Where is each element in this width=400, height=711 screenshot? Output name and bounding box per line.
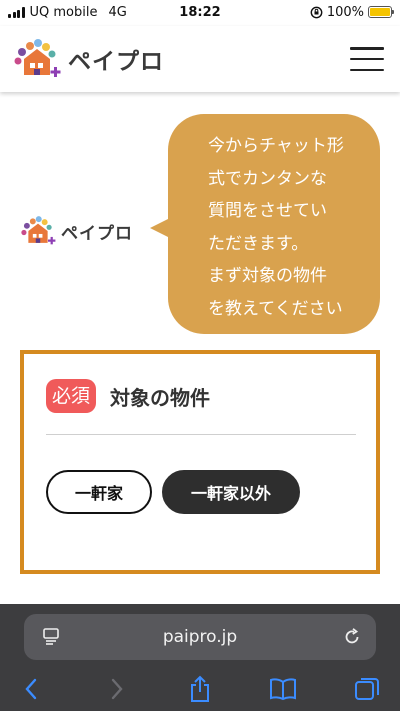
question-header: 必須 対象の物件 <box>46 379 210 413</box>
status-right: 100% <box>310 4 394 20</box>
site-header: ペイプロ <box>0 26 400 92</box>
question-card: 必須 対象の物件 一軒家 一軒家以外 <box>20 350 380 574</box>
divider <box>46 434 356 435</box>
network-label: 4G <box>108 4 127 20</box>
share-icon <box>191 675 209 702</box>
address-bar[interactable]: paipro.jp <box>24 614 376 660</box>
hamburger-menu-icon[interactable] <box>350 47 384 71</box>
url-text: paipro.jp <box>162 627 238 647</box>
speech-bubble: 今からチャット形 式でカンタンな 質問をさせてい ただきます。 まず対象の物件 … <box>168 114 380 334</box>
signal-icon <box>8 6 25 18</box>
option-group: 一軒家 一軒家以外 <box>46 470 300 514</box>
back-button[interactable] <box>16 674 46 704</box>
orientation-lock-icon <box>310 6 323 18</box>
forward-button[interactable] <box>102 674 132 704</box>
bubble-line: ただきます。 <box>208 233 309 254</box>
reload-icon[interactable] <box>342 627 362 647</box>
tabs-button[interactable] <box>352 674 382 704</box>
chevron-right-icon <box>111 678 123 700</box>
book-icon <box>270 678 296 701</box>
bubble-line: まず対象の物件 <box>208 266 327 286</box>
bubble-line: を教えてください <box>208 298 343 319</box>
house-logo-icon <box>14 39 61 77</box>
status-bar: UQ mobile 4G 18:22 100% <box>0 0 400 24</box>
option-other-property-button[interactable]: 一軒家以外 <box>162 470 300 514</box>
chevron-left-icon <box>25 678 37 700</box>
bubble-line: 式でカンタンな <box>208 168 327 189</box>
browser-chrome: paipro.jp <box>0 604 400 711</box>
bubble-line: 今からチャット形 <box>208 136 344 156</box>
battery-fill <box>370 8 390 16</box>
required-badge: 必須 <box>46 379 97 413</box>
status-left: UQ mobile 4G <box>8 5 127 20</box>
battery-label: 100% <box>326 4 364 20</box>
tabs-icon <box>355 678 379 700</box>
question-title: 対象の物件 <box>110 385 211 410</box>
battery-icon <box>368 6 394 18</box>
speech-bubble-tail <box>150 218 170 238</box>
logo-text: ペイプロ <box>68 49 164 75</box>
chat-logo-text: ペイプロ <box>61 223 133 244</box>
bookmarks-button[interactable] <box>268 674 298 704</box>
share-button[interactable] <box>185 674 215 704</box>
bubble-line: 質問をさせてい <box>208 201 327 221</box>
site-logo[interactable]: ペイプロ <box>10 37 164 81</box>
option-detached-house-button[interactable]: 一軒家 <box>46 470 152 514</box>
page-settings-icon[interactable] <box>42 627 60 645</box>
browser-toolbar <box>0 670 400 710</box>
house-logo-icon <box>21 216 56 245</box>
chat-avatar-logo: ペイプロ <box>18 214 133 248</box>
carrier-label: UQ mobile <box>29 4 98 20</box>
